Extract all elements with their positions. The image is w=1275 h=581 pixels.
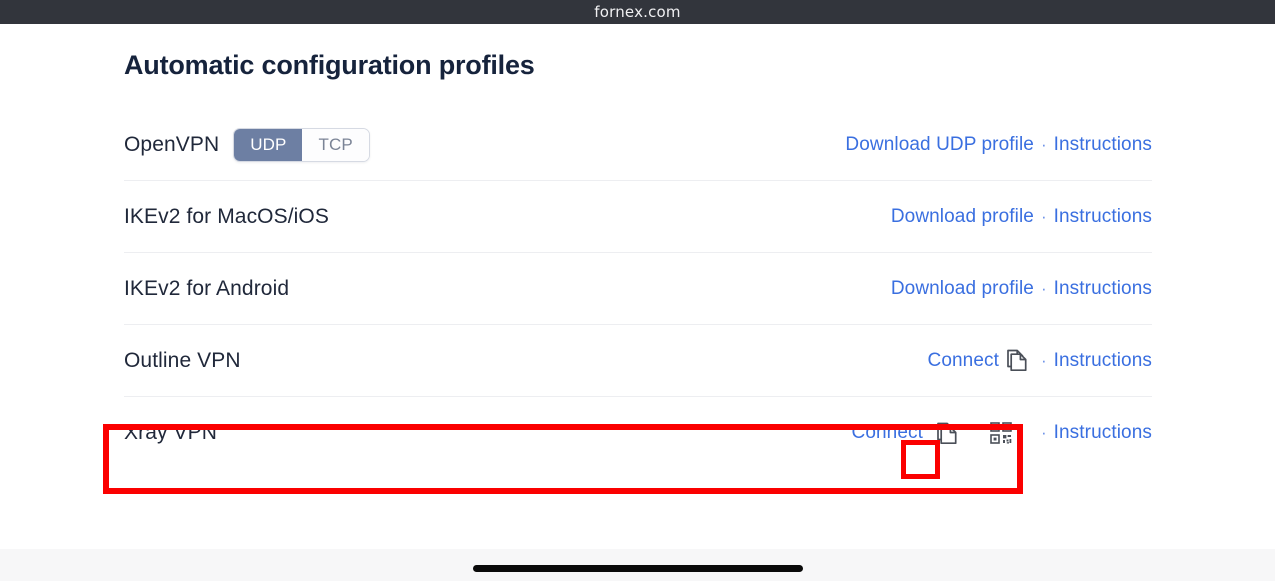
row-outline-vpn-label: Outline VPN — [124, 348, 241, 372]
connect-link-outline[interactable]: Connect — [928, 350, 999, 372]
row-ikev2-macos-ios-label: IKEv2 for MacOS/iOS — [124, 204, 329, 228]
row-ikev2-android: IKEv2 for Android Download profile · Ins… — [124, 253, 1152, 325]
row-ikev2-android-label: IKEv2 for Android — [124, 276, 290, 300]
row-outline-vpn-label-group: Outline VPN — [124, 349, 241, 373]
home-indicator[interactable] — [472, 564, 803, 572]
row-outline-vpn: Outline VPN Connect · Instructions — [124, 325, 1152, 397]
qr-code-icon[interactable] — [990, 422, 1012, 444]
copy-icon[interactable] — [935, 421, 958, 446]
row-ikev2-macos-ios: IKEv2 for MacOS/iOS Download profile · I… — [124, 181, 1152, 253]
row-outline-vpn-actions: Connect · Instructions — [928, 348, 1153, 373]
profiles-list: OpenVPN UDP TCP Download UDP profile · I… — [124, 109, 1152, 469]
separator-dot: · — [1040, 350, 1047, 370]
row-ikev2-android-label-group: IKEv2 for Android — [124, 277, 289, 301]
download-profile-link-ikev2-android[interactable]: Download profile — [891, 278, 1034, 300]
row-openvpn-actions: Download UDP profile · Instructions — [845, 134, 1152, 156]
separator-dot: · — [1040, 278, 1047, 298]
row-xray-vpn-label-group: Xray VPN — [124, 421, 217, 445]
protocol-toggle[interactable]: UDP TCP — [233, 127, 370, 162]
row-ikev2-macos-ios-label-group: IKEv2 for MacOS/iOS — [124, 205, 329, 229]
separator-dot: · — [1040, 206, 1047, 226]
row-openvpn-label: OpenVPN — [124, 132, 220, 156]
instructions-link-outline[interactable]: Instructions — [1054, 350, 1152, 372]
row-xray-vpn-label: Xray VPN — [124, 421, 217, 444]
connect-link-xray[interactable]: Connect — [852, 422, 923, 444]
row-openvpn: OpenVPN UDP TCP Download UDP profile · I… — [124, 109, 1152, 181]
separator-dot: · — [1040, 423, 1047, 442]
toggle-option-tcp[interactable]: TCP — [302, 128, 369, 161]
separator-dot: · — [1040, 134, 1047, 154]
page-gutter-right — [1188, 24, 1275, 581]
toggle-option-udp[interactable]: UDP — [234, 128, 303, 161]
row-xray-vpn: Xray VPN Connect · Instructions — [124, 397, 1152, 469]
download-profile-link-ikev2-macos[interactable]: Download profile — [891, 206, 1034, 228]
home-indicator-area — [0, 549, 1275, 581]
row-xray-vpn-actions: Connect · Instructions — [852, 421, 1153, 446]
row-openvpn-label-group: OpenVPN UDP TCP — [124, 127, 370, 162]
config-profiles-card: Automatic configuration profiles OpenVPN… — [88, 24, 1188, 549]
copy-icon[interactable] — [1005, 348, 1028, 373]
instructions-link-ikev2-macos[interactable]: Instructions — [1054, 206, 1152, 228]
row-ikev2-android-actions: Download profile · Instructions — [891, 278, 1152, 300]
instructions-link-xray[interactable]: Instructions — [1054, 422, 1152, 444]
instructions-link-ikev2-android[interactable]: Instructions — [1054, 278, 1152, 300]
download-udp-profile-link[interactable]: Download UDP profile — [845, 134, 1034, 156]
browser-url-bar: fornex.com — [0, 0, 1275, 24]
page-body: Automatic configuration profiles OpenVPN… — [0, 24, 1275, 581]
page-gutter-left — [0, 24, 88, 581]
row-ikev2-macos-ios-actions: Download profile · Instructions — [891, 206, 1152, 228]
instructions-link-openvpn[interactable]: Instructions — [1054, 134, 1152, 156]
page-title: Automatic configuration profiles — [124, 50, 535, 80]
browser-url-text: fornex.com — [594, 3, 681, 21]
